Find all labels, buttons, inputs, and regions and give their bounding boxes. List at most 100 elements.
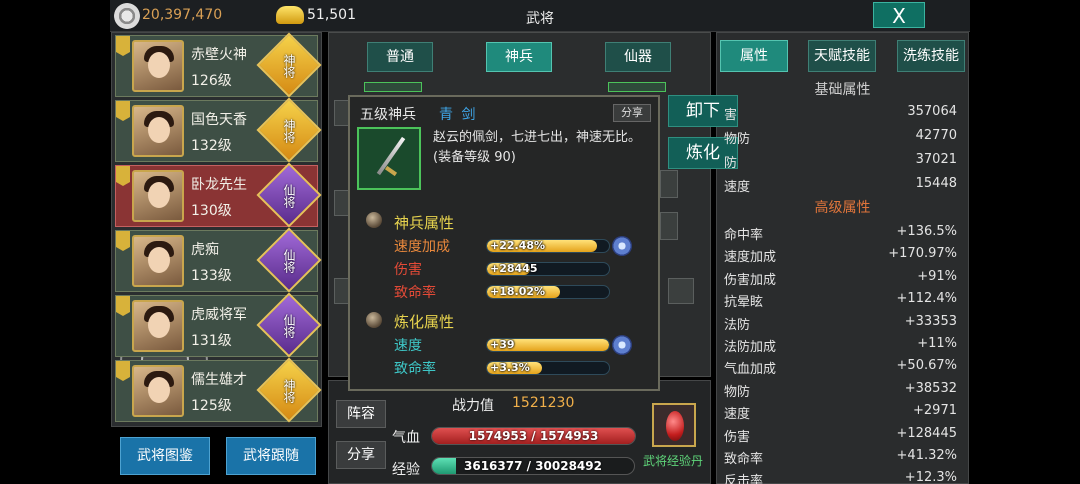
hero-avatar — [132, 170, 184, 222]
hero-codex-button[interactable]: 武将图鉴 — [120, 437, 210, 475]
tab-divine-weapon[interactable]: 神兵 — [486, 42, 552, 72]
tab-attributes[interactable]: 属性 — [720, 40, 788, 72]
equip-slot-frame — [364, 82, 422, 92]
stat-name: 伤害 — [724, 429, 751, 445]
stat-name: 害 — [724, 108, 738, 123]
hero-follow-button[interactable]: 武将跟随 — [226, 437, 316, 475]
hero-avatar — [132, 235, 184, 287]
refine-attr-title: 炼化属性 — [394, 313, 455, 331]
stat-name: 物防 — [724, 132, 751, 147]
lineup-button[interactable]: 阵容 — [336, 400, 386, 428]
red-gem-icon — [666, 411, 684, 441]
item-attr-label: 速度 — [394, 338, 422, 354]
tab-immortal-item[interactable]: 仙器 — [605, 42, 671, 72]
stat-value: +41.32% — [896, 448, 957, 463]
stat-value: +38532 — [904, 380, 957, 396]
hero-level: 130级 — [191, 203, 232, 219]
exp-text: 3616377 / 30028492 — [464, 459, 602, 473]
stat-name: 法防 — [724, 317, 751, 333]
item-attr-label: 致命率 — [394, 285, 436, 301]
stat-name: 反击率 — [724, 474, 764, 484]
stat-row: 速度加成 +170.97% — [720, 246, 963, 266]
hero-rank-label: 神将 — [282, 379, 296, 403]
hp-text: 1574953 / 1574953 — [468, 429, 599, 443]
item-attr-value: +28445 — [490, 262, 538, 275]
hero-name: 卧龙先生 — [191, 177, 247, 193]
item-attr-value: +22.48% — [490, 239, 546, 252]
exp-pill-item[interactable] — [652, 403, 696, 447]
tab-talent-skills[interactable]: 天赋技能 — [808, 40, 876, 72]
stat-row: 气血加成 +50.67% — [720, 358, 963, 378]
section-orb-icon — [366, 212, 382, 228]
section-orb-icon — [366, 312, 382, 328]
hero-rank-label: 仙将 — [282, 314, 296, 338]
stat-row: 物防 42770 — [720, 128, 963, 148]
stat-name: 速度加成 — [724, 250, 777, 266]
hero-row[interactable]: 卧龙先生 130级 仙将 — [115, 162, 322, 228]
item-attr-value: +39 — [490, 338, 515, 351]
stat-row: 抗晕眩 +112.4% — [720, 291, 963, 311]
hero-avatar — [132, 40, 184, 92]
stat-row: 法防加成 +11% — [720, 336, 963, 356]
item-description: 赵云的佩剑，七进七出，神速无比。(装备等级 90) — [433, 130, 642, 165]
hero-name: 赤壁火神 — [191, 47, 247, 63]
base-attributes-title: 基础属性 — [814, 82, 871, 98]
sword-icon — [357, 127, 421, 190]
hero-badge-icon — [116, 361, 130, 381]
stat-name: 法防加成 — [724, 340, 777, 355]
stat-row: 物防 +38532 — [720, 381, 963, 401]
item-grade: 五级神兵 — [360, 107, 416, 123]
hero-avatar — [132, 300, 184, 352]
close-button[interactable]: X — [873, 2, 925, 28]
hero-row[interactable]: 虎痴 133级 仙将 — [115, 227, 322, 293]
stat-name: 致命率 — [724, 452, 764, 467]
stat-row: 防 37021 — [720, 152, 963, 172]
hero-rank-label: 仙将 — [282, 184, 296, 208]
top-bar: 20,397,470 51,501 武将 X — [110, 0, 970, 32]
stat-name: 命中率 — [724, 228, 764, 243]
stat-name: 物防 — [724, 384, 751, 400]
stat-value: +128445 — [896, 425, 957, 441]
advanced-attributes-title: 高级属性 — [814, 200, 871, 216]
hero-face — [148, 247, 170, 273]
hero-badge-icon — [116, 36, 130, 56]
equip-slot[interactable] — [668, 278, 694, 304]
stat-name: 速度 — [724, 407, 751, 423]
hero-row[interactable]: 国色天香 132级 神将 — [115, 97, 322, 163]
stat-value: 37021 — [915, 152, 957, 167]
equip-slot-frame — [608, 82, 666, 92]
hero-avatar — [132, 365, 184, 417]
stat-value: 42770 — [915, 128, 957, 143]
stat-value: +12.3% — [904, 470, 957, 484]
tab-refine-skills[interactable]: 洗练技能 — [897, 40, 965, 72]
exp-bar: 3616377 / 30028492 — [431, 457, 635, 475]
item-share-button[interactable]: 分享 — [613, 104, 651, 122]
hero-level: 125级 — [191, 398, 232, 414]
star-rank-icon — [612, 236, 632, 256]
hero-row[interactable]: 虎威将军 131级 仙将 — [115, 292, 322, 358]
stat-row: 致命率 +41.32% — [720, 448, 963, 468]
hero-avatar — [132, 105, 184, 157]
hero-row[interactable]: 儒生雄才 125级 神将 — [115, 357, 322, 423]
stat-row: 反击率 +12.3% — [720, 470, 963, 484]
item-name: 青 剑 — [439, 107, 478, 123]
hero-level: 126级 — [191, 73, 232, 89]
hero-row[interactable]: 赤壁火神 126级 神将 — [115, 32, 322, 98]
stat-value: +2971 — [913, 403, 957, 419]
power-label: 战力值 — [452, 398, 494, 414]
stat-row: 速度 15448 — [720, 176, 963, 196]
item-attr-bar: +28445 — [486, 262, 610, 276]
item-attr-value: +18.02% — [490, 285, 546, 298]
hero-rank-label: 神将 — [282, 54, 296, 78]
hp-bar: 1574953 / 1574953 — [431, 427, 636, 445]
stat-value: +11% — [917, 336, 957, 351]
item-attr-label: 致命率 — [394, 361, 436, 377]
stat-value: +33353 — [904, 313, 957, 329]
share-button[interactable]: 分享 — [336, 441, 386, 469]
hero-badge-icon — [116, 101, 130, 121]
tab-normal[interactable]: 普通 — [367, 42, 433, 72]
stat-name: 伤害加成 — [724, 272, 777, 288]
item-attr-value: +3.3% — [490, 361, 530, 374]
hero-rank-label: 神将 — [282, 119, 296, 143]
stat-name: 气血加成 — [724, 362, 777, 378]
